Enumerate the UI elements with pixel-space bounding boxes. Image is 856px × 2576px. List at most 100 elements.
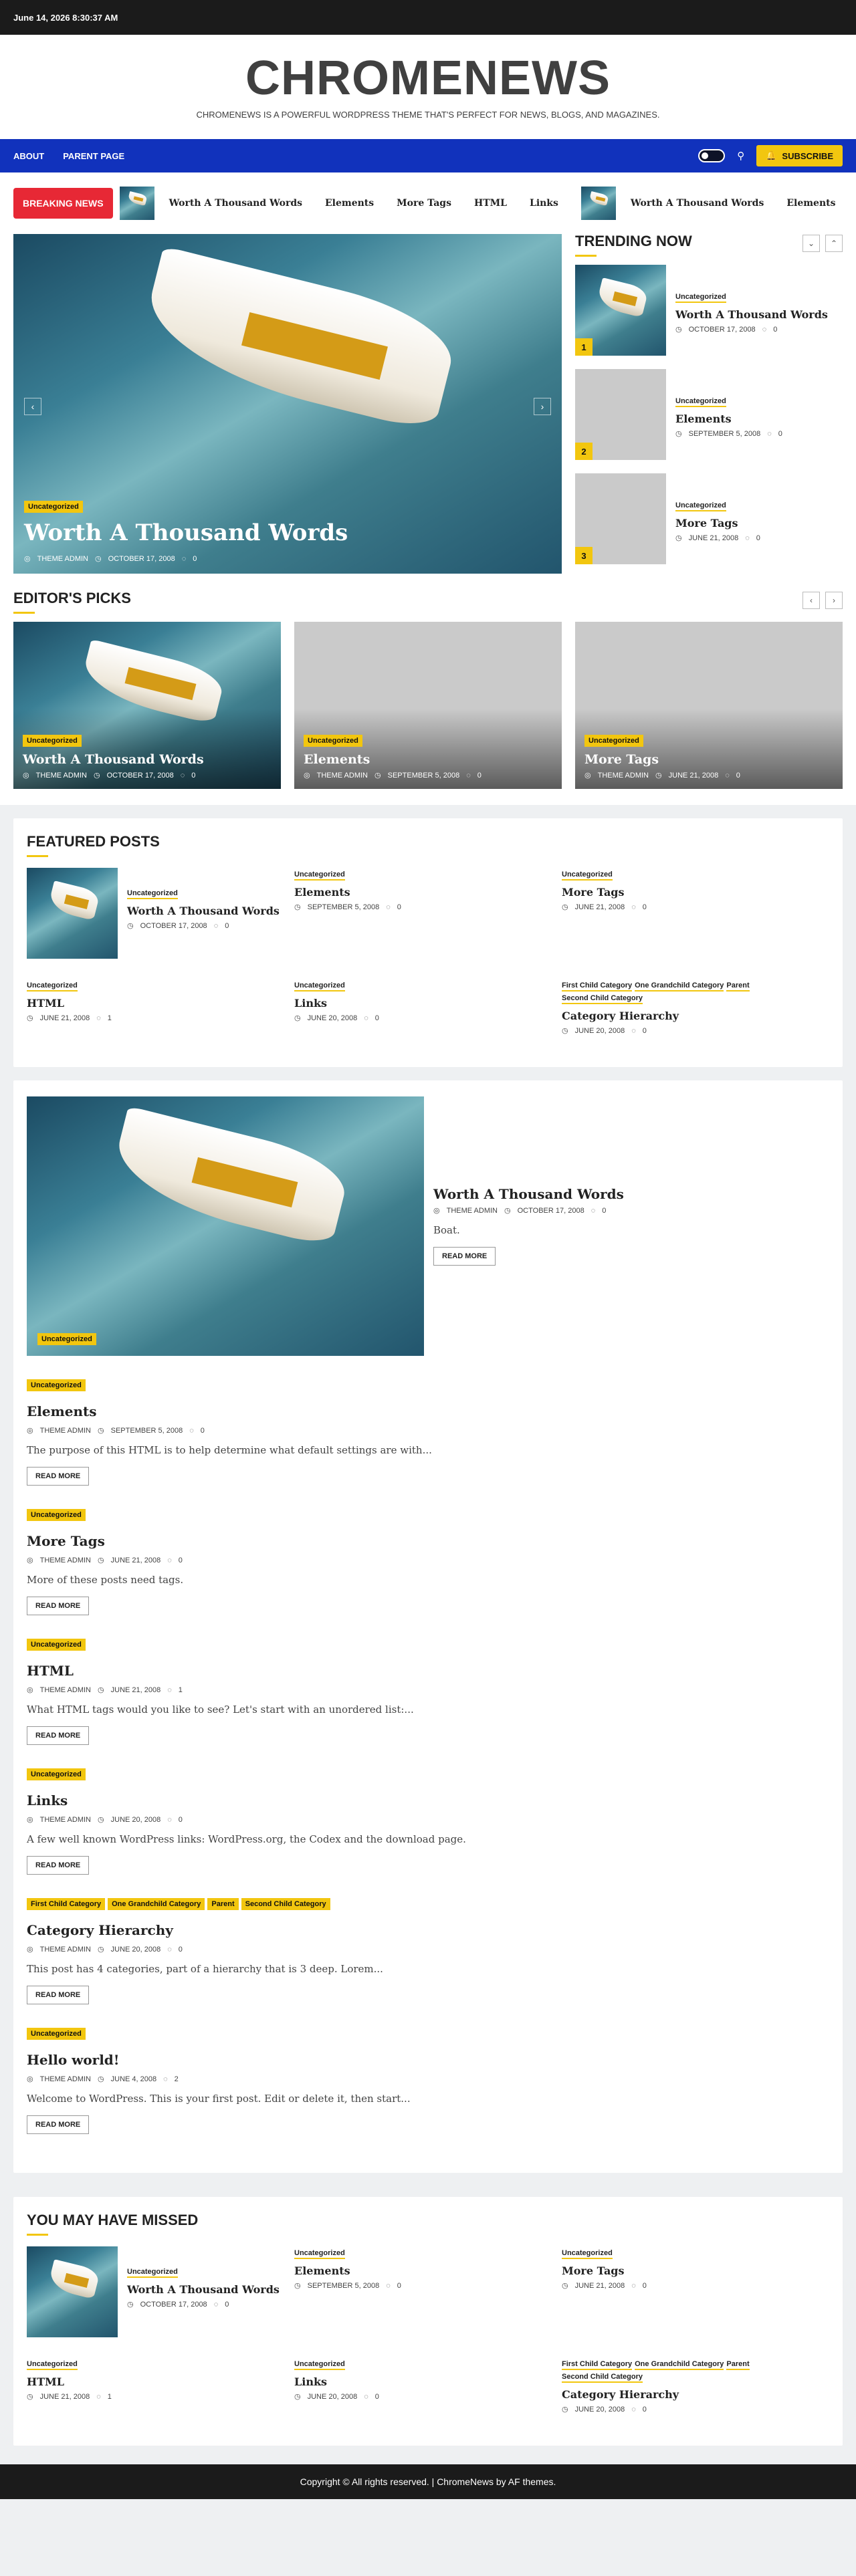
read-more-button[interactable]: READ MORE xyxy=(27,1856,90,1875)
category-badge[interactable]: Uncategorized xyxy=(304,735,362,747)
category-link[interactable]: First Child Category xyxy=(562,2360,633,2370)
post-title[interactable]: Elements xyxy=(675,413,782,425)
post-title[interactable]: Category Hierarchy xyxy=(27,1922,829,1938)
category-link[interactable]: One Grandchild Category xyxy=(635,981,724,991)
trending-item[interactable]: 3 Uncategorized More Tags ◷ JUNE 21, 2008 ◌ 0 xyxy=(575,473,843,567)
category-link[interactable]: Uncategorized xyxy=(27,981,78,991)
chevron-left-icon[interactable]: ‹ xyxy=(802,592,820,609)
category-link[interactable]: Uncategorized xyxy=(294,2360,345,2370)
category-link[interactable]: Uncategorized xyxy=(27,2360,78,2370)
category-badge[interactable]: Uncategorized xyxy=(584,735,643,747)
post-title[interactable]: HTML xyxy=(27,1663,829,1679)
chevron-up-icon[interactable]: ⌃ xyxy=(825,235,843,252)
grid-post[interactable]: Uncategorized Links ◷ JUNE 20, 2008 ◌ 0 xyxy=(294,979,562,1051)
post-title[interactable]: HTML xyxy=(27,2375,112,2388)
category-badge[interactable]: Uncategorized xyxy=(27,1768,86,1780)
grid-post[interactable]: Uncategorized Links ◷ JUNE 20, 2008 ◌ 0 xyxy=(294,2357,562,2430)
read-more-button[interactable]: READ MORE xyxy=(27,1986,90,2004)
post-title[interactable]: Elements xyxy=(304,752,481,767)
ticker-item[interactable]: Worth A Thousand Words xyxy=(119,187,302,220)
ticker-item[interactable]: Elements xyxy=(786,198,835,209)
trending-thumbnail[interactable]: 3 xyxy=(575,473,666,564)
editor-pick-card[interactable]: Uncategorized Elements ◎ THEME ADMIN ◷ SEPTEM… xyxy=(294,622,562,789)
category-link[interactable]: Parent xyxy=(726,2360,750,2370)
post-title[interactable]: More Tags xyxy=(584,752,740,767)
ticker-item[interactable]: Elements xyxy=(325,198,374,209)
post-thumbnail[interactable] xyxy=(27,868,118,959)
grid-post[interactable]: Uncategorized HTML ◷ JUNE 21, 2008 ◌ 1 xyxy=(27,979,294,1051)
grid-post[interactable]: Uncategorized More Tags ◷ JUNE 21, 2008 ◌ 0 xyxy=(562,2246,829,2337)
grid-post[interactable]: Uncategorized Elements ◷ SEPTEMBER 5, 2008 ◌… xyxy=(294,868,562,959)
category-link[interactable]: First Child Category xyxy=(562,981,633,991)
grid-post[interactable]: Uncategorized Elements ◷ SEPTEMBER 5, 2008 ◌… xyxy=(294,2246,562,2337)
read-more-button[interactable]: READ MORE xyxy=(27,2115,90,2134)
post-title[interactable]: Category Hierarchy xyxy=(562,1010,829,1022)
search-icon[interactable]: ⚲ xyxy=(737,150,744,162)
category-badge[interactable]: Uncategorized xyxy=(24,501,83,513)
article-title[interactable]: Worth A Thousand Words xyxy=(433,1186,624,1202)
dark-mode-toggle[interactable] xyxy=(698,149,726,162)
post-title[interactable]: More Tags xyxy=(675,517,760,530)
post-title[interactable]: Category Hierarchy xyxy=(562,2388,829,2401)
post-title[interactable]: HTML xyxy=(27,997,112,1010)
post-title[interactable]: More Tags xyxy=(562,2264,647,2277)
post-title[interactable]: Elements xyxy=(27,1403,829,1419)
ticker-item[interactable]: HTML xyxy=(474,198,507,209)
post-title[interactable]: More Tags xyxy=(562,886,647,899)
article-image[interactable]: Uncategorized xyxy=(27,1096,424,1356)
category-badge[interactable]: One Grandchild Category xyxy=(108,1898,205,1910)
category-badge[interactable]: Uncategorized xyxy=(27,1639,86,1651)
post-thumbnail[interactable] xyxy=(27,2246,118,2337)
chevron-right-icon[interactable]: › xyxy=(825,592,843,609)
grid-post[interactable]: First Child Category One Grandchild Categ… xyxy=(562,979,829,1051)
category-badge[interactable]: Uncategorized xyxy=(27,1379,86,1391)
post-title[interactable]: Elements xyxy=(294,886,401,899)
ticker-item[interactable]: Worth A Thousand Words xyxy=(580,187,764,220)
category-badge[interactable]: Parent xyxy=(207,1898,239,1910)
read-more-button[interactable]: READ MORE xyxy=(27,1726,90,1745)
post-title[interactable]: Links xyxy=(27,1792,829,1808)
category-link[interactable]: One Grandchild Category xyxy=(635,2360,724,2370)
chevron-down-icon[interactable]: ⌄ xyxy=(802,235,820,252)
read-more-button[interactable]: READ MORE xyxy=(27,1597,90,1615)
category-badge[interactable]: Second Child Category xyxy=(241,1898,330,1910)
hero-title[interactable]: Worth A Thousand Words xyxy=(24,519,348,546)
grid-post[interactable]: Uncategorized More Tags ◷ JUNE 21, 2008 ◌ 0 xyxy=(562,868,829,959)
category-link[interactable]: Uncategorized xyxy=(294,870,345,881)
post-title[interactable]: Elements xyxy=(294,2264,401,2277)
category-link[interactable]: Second Child Category xyxy=(562,2373,643,2383)
nav-item-about[interactable]: ABOUT xyxy=(13,151,44,161)
grid-post[interactable]: Uncategorized Worth A Thousand Words ◷ OCTO… xyxy=(27,2246,294,2337)
subscribe-button[interactable]: 🔔 SUBSCRIBE xyxy=(756,145,843,166)
post-title[interactable]: Links xyxy=(294,2375,379,2388)
category-link[interactable]: Uncategorized xyxy=(127,889,178,899)
grid-post[interactable]: Uncategorized HTML ◷ JUNE 21, 2008 ◌ 1 xyxy=(27,2357,294,2430)
category-link[interactable]: Second Child Category xyxy=(562,994,643,1004)
editor-pick-card[interactable]: Uncategorized More Tags ◎ THEME ADMIN ◷ JUNE … xyxy=(575,622,843,789)
category-link[interactable]: Uncategorized xyxy=(127,2268,178,2278)
category-badge[interactable]: Uncategorized xyxy=(27,1509,86,1521)
site-logo[interactable]: CHROMENEWS xyxy=(0,49,856,107)
post-title[interactable]: More Tags xyxy=(27,1533,829,1549)
nav-item-parent-page[interactable]: PARENT PAGE xyxy=(63,151,124,161)
category-link[interactable]: Uncategorized xyxy=(562,870,613,881)
grid-post[interactable]: First Child Category One Grandchild Categ… xyxy=(562,2357,829,2430)
trending-thumbnail[interactable]: 2 xyxy=(575,369,666,460)
category-link[interactable]: Uncategorized xyxy=(294,981,345,991)
slider-next-icon[interactable]: › xyxy=(534,398,551,415)
post-title[interactable]: Worth A Thousand Words xyxy=(23,752,204,767)
ticker-item[interactable]: More Tags xyxy=(397,198,451,209)
category-link[interactable]: Uncategorized xyxy=(675,501,726,511)
category-badge[interactable]: Uncategorized xyxy=(23,735,82,747)
grid-post[interactable]: Uncategorized Worth A Thousand Words ◷ OCTO… xyxy=(27,868,294,959)
read-more-button[interactable]: READ MORE xyxy=(27,1467,90,1486)
category-badge[interactable]: Uncategorized xyxy=(37,1333,96,1345)
slider-prev-icon[interactable]: ‹ xyxy=(24,398,41,415)
category-badge[interactable]: First Child Category xyxy=(27,1898,106,1910)
category-link[interactable]: Uncategorized xyxy=(675,397,726,407)
category-link[interactable]: Parent xyxy=(726,981,750,991)
post-title[interactable]: Hello world! xyxy=(27,2052,829,2068)
post-title[interactable]: Worth A Thousand Words xyxy=(127,2283,280,2296)
trending-thumbnail[interactable]: 1 xyxy=(575,265,666,356)
read-more-button[interactable]: READ MORE xyxy=(433,1247,496,1266)
